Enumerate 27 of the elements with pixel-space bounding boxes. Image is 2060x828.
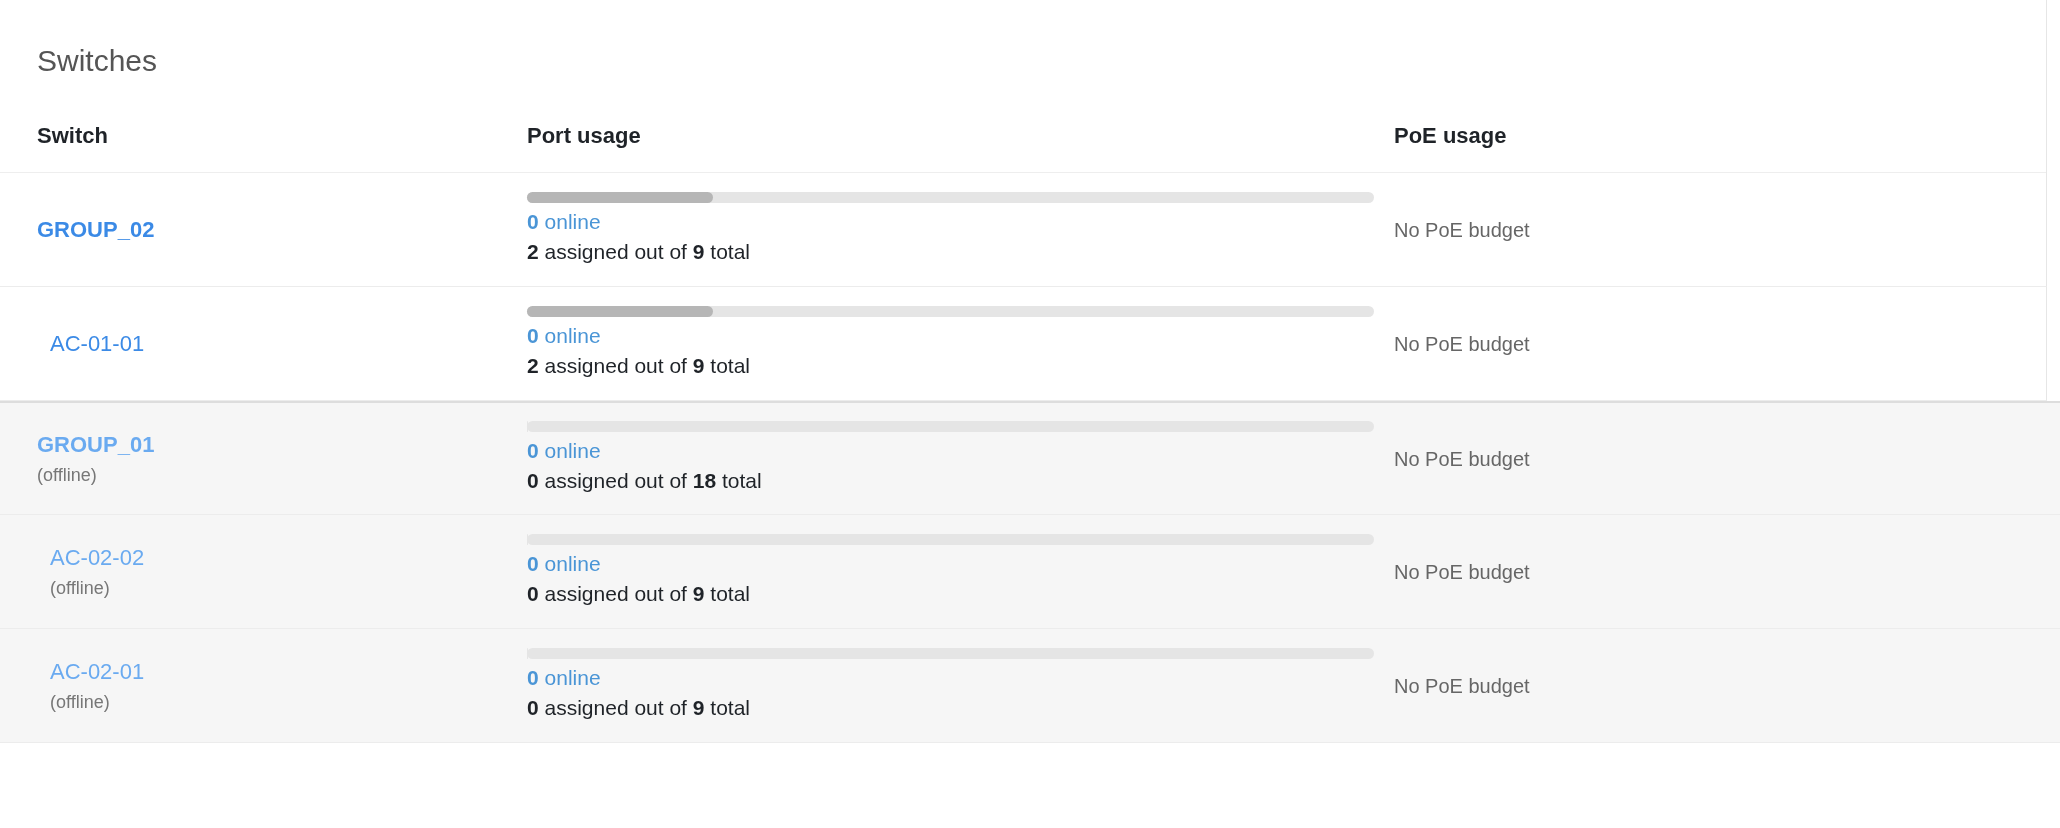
online-count: 0 online	[527, 209, 601, 235]
status-text: (offline)	[37, 463, 97, 487]
poe-text: No PoE budget	[1394, 218, 1530, 241]
switch-name-link[interactable]: AC-01-01	[50, 327, 145, 360]
online-count: 0 online	[527, 323, 601, 349]
poe-text: No PoE budget	[1394, 447, 1530, 470]
assigned-count: 0 assigned out of 9 total	[527, 695, 750, 721]
online-count: 0 online	[527, 551, 601, 577]
status-text: (offline)	[50, 690, 110, 714]
assigned-count: 0 assigned out of 18 total	[527, 468, 762, 494]
assigned-count: 2 assigned out of 9 total	[527, 353, 750, 379]
poe-text: No PoE budget	[1394, 560, 1530, 583]
status-text: (offline)	[50, 576, 110, 600]
switch-name-link[interactable]: GROUP_01	[37, 428, 155, 461]
switch-name-link[interactable]: GROUP_02	[37, 213, 155, 246]
column-header: Port usage	[527, 123, 641, 148]
assigned-count: 0 assigned out of 9 total	[527, 581, 750, 607]
column-header: PoE usage	[1394, 123, 1507, 148]
online-count: 0 online	[527, 438, 601, 464]
assigned-count: 2 assigned out of 9 total	[527, 239, 750, 265]
switch-name-link[interactable]: AC-02-01	[50, 655, 145, 688]
section-title: Switches	[37, 43, 158, 79]
poe-text: No PoE budget	[1394, 332, 1530, 355]
poe-text: No PoE budget	[1394, 674, 1530, 697]
online-count: 0 online	[527, 665, 601, 691]
switch-name-link[interactable]: AC-02-02	[50, 541, 145, 574]
column-header: Switch	[37, 123, 108, 148]
